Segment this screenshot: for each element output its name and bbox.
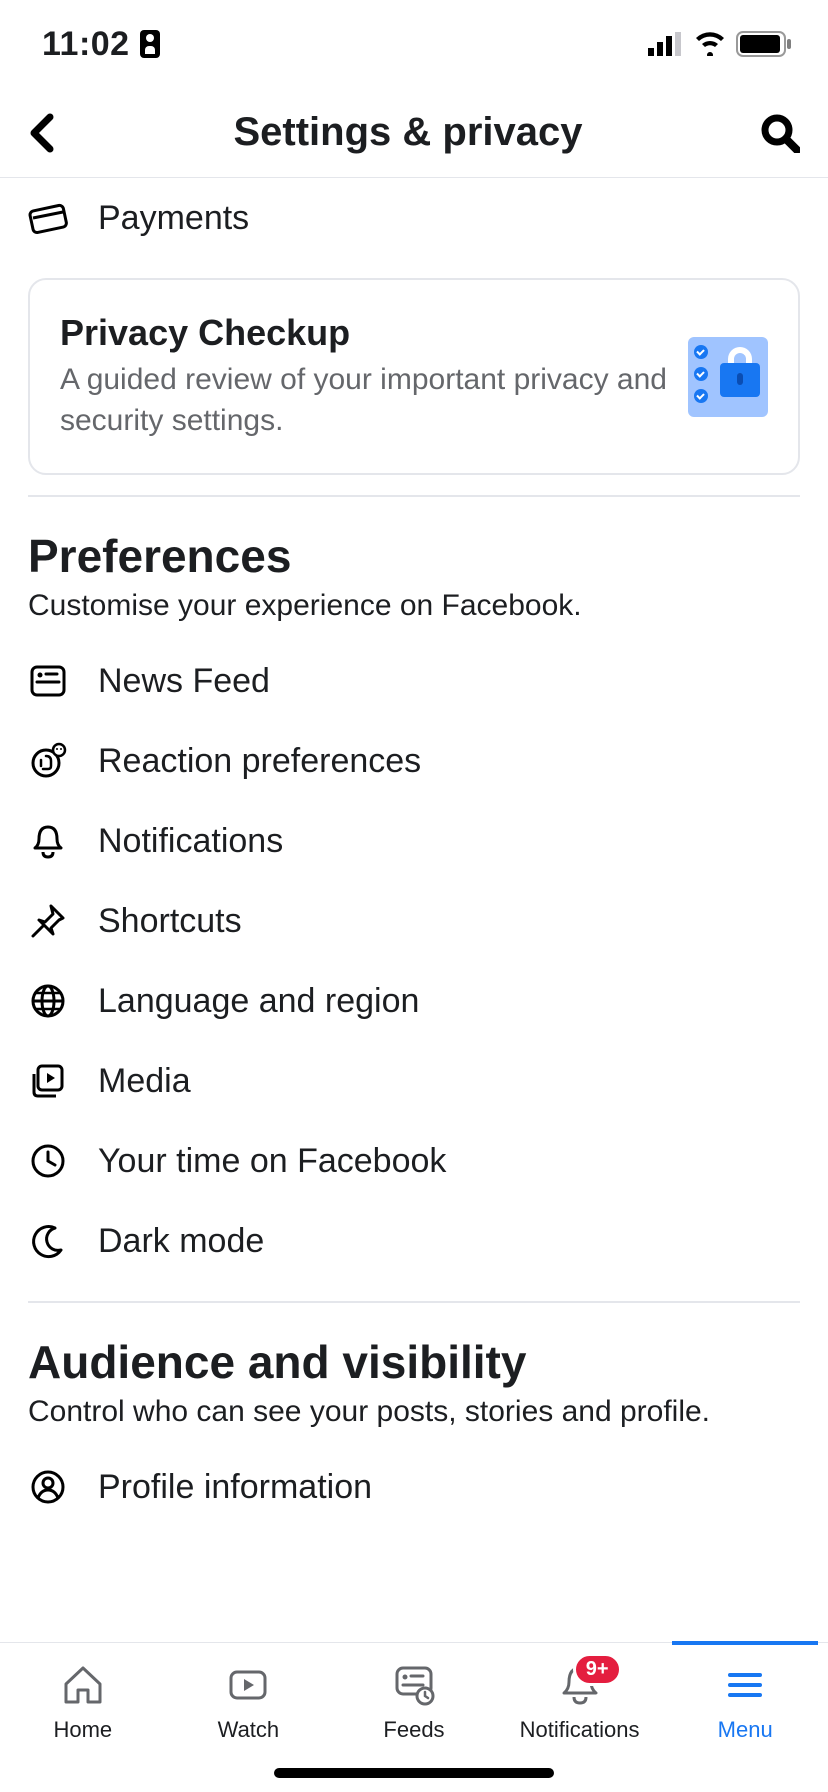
profile-icon [28, 1467, 68, 1507]
notification-badge: 9+ [573, 1653, 622, 1686]
row-label: Reaction preferences [98, 742, 421, 781]
status-indicators [648, 31, 792, 57]
page-title: Settings & privacy [56, 110, 760, 155]
card-title: Privacy Checkup [60, 312, 668, 354]
tab-menu[interactable]: Menu [662, 1643, 828, 1792]
feeds-icon [390, 1661, 438, 1709]
tab-label: Watch [218, 1717, 280, 1743]
section-title-audience: Audience and visibility [0, 1303, 828, 1395]
row-label: Dark mode [98, 1222, 264, 1261]
settings-row-dark-mode[interactable]: Dark mode [0, 1201, 828, 1281]
tab-label: Home [53, 1717, 112, 1743]
tab-label: Menu [718, 1717, 773, 1743]
row-label: Shortcuts [98, 902, 242, 941]
home-icon [59, 1661, 107, 1709]
settings-row-media[interactable]: Media [0, 1041, 828, 1121]
id-card-icon [140, 30, 160, 58]
tab-home[interactable]: Home [0, 1643, 166, 1792]
home-indicator[interactable] [274, 1768, 554, 1778]
settings-row-reaction[interactable]: Reaction preferences [0, 721, 828, 801]
globe-icon [28, 981, 68, 1021]
bell-icon: 9+ [556, 1661, 604, 1709]
privacy-checkup-card[interactable]: Privacy Checkup A guided review of your … [28, 278, 800, 475]
settings-row-notifications[interactable]: Notifications [0, 801, 828, 881]
row-label: Your time on Facebook [98, 1142, 446, 1181]
row-label: Language and region [98, 982, 419, 1021]
reaction-icon [28, 741, 68, 781]
row-label: Media [98, 1062, 191, 1101]
settings-row-language[interactable]: Language and region [0, 961, 828, 1041]
back-button[interactable] [28, 113, 56, 153]
payments-icon [28, 198, 68, 238]
bell-icon [28, 821, 68, 861]
row-label: Notifications [98, 822, 283, 861]
section-subtitle-preferences: Customise your experience on Facebook. [0, 589, 828, 641]
pin-icon [28, 901, 68, 941]
media-icon [28, 1061, 68, 1101]
row-label: News Feed [98, 662, 270, 701]
battery-icon [736, 31, 792, 57]
settings-row-news-feed[interactable]: News Feed [0, 641, 828, 721]
menu-icon [721, 1661, 769, 1709]
cellular-icon [648, 32, 684, 56]
privacy-checkup-icon [688, 337, 768, 417]
tab-label: Notifications [520, 1717, 640, 1743]
moon-icon [28, 1221, 68, 1261]
status-time: 11:02 [42, 25, 130, 64]
section-title-preferences: Preferences [0, 497, 828, 589]
status-bar: 11:02 [0, 0, 828, 88]
section-subtitle-audience: Control who can see your posts, stories … [0, 1395, 828, 1447]
card-subtitle: A guided review of your important privac… [60, 360, 668, 441]
settings-row-shortcuts[interactable]: Shortcuts [0, 881, 828, 961]
tab-label: Feeds [383, 1717, 444, 1743]
news-feed-icon [28, 661, 68, 701]
wifi-icon [694, 32, 726, 56]
row-label: Profile information [98, 1468, 372, 1507]
clock-icon [28, 1141, 68, 1181]
settings-row-profile-info[interactable]: Profile information [0, 1447, 828, 1527]
row-label: Payments [98, 199, 249, 238]
watch-icon [224, 1661, 272, 1709]
page-header: Settings & privacy [0, 88, 828, 178]
settings-row-time[interactable]: Your time on Facebook [0, 1121, 828, 1201]
search-button[interactable] [760, 113, 800, 153]
content: Payments Privacy Checkup A guided review… [0, 178, 828, 1642]
settings-row-payments[interactable]: Payments [0, 178, 828, 258]
